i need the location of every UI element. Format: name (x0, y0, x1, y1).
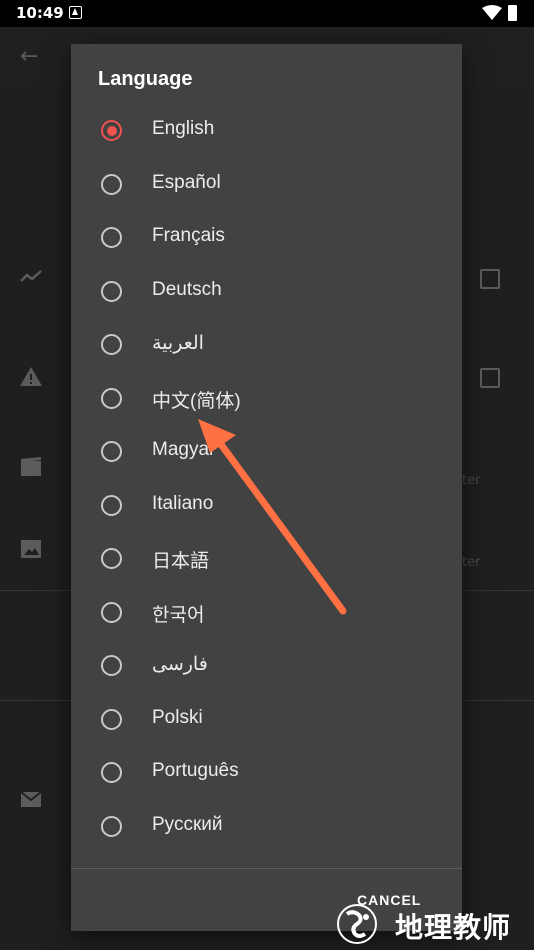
language-option-label: 中文(简体) (152, 390, 241, 412)
language-option-farsi[interactable]: فارسی (71, 639, 462, 692)
background-faint-text: ter (462, 555, 481, 570)
dialog-divider (71, 868, 462, 869)
watermark-text: 地理教师 (395, 911, 512, 944)
language-option-russian[interactable]: Русский (71, 800, 462, 853)
notification-a-icon (69, 6, 82, 19)
language-option-espanol[interactable]: Español (71, 158, 462, 211)
language-dialog: Language English Español Français Deutsc… (71, 44, 462, 931)
mail-icon (20, 791, 42, 807)
radio-button[interactable] (101, 762, 122, 783)
language-option-label: 한국어 (152, 604, 205, 626)
screen: 10:49 ← ter ter Language English Español… (0, 0, 534, 950)
language-option-label: Français (152, 225, 225, 246)
language-options-list[interactable]: English Español Français Deutsch العربية… (71, 104, 462, 868)
language-option-polski[interactable]: Polski (71, 693, 462, 746)
language-option-chinese-simplified[interactable]: 中文(简体) (71, 372, 462, 425)
language-option-label: العربية (152, 333, 204, 354)
language-option-label: Español (152, 171, 221, 193)
language-option-label: Русский (152, 813, 223, 835)
background-checkbox (480, 269, 500, 289)
radio-button[interactable] (101, 708, 122, 730)
trend-icon (20, 270, 42, 282)
language-option-label: Deutsch (152, 278, 222, 300)
background-checkbox (480, 368, 500, 388)
language-option-label: 日本語 (152, 551, 210, 572)
radio-button[interactable] (101, 815, 122, 837)
radio-button[interactable] (101, 334, 122, 355)
language-option-label: فارسی (152, 654, 208, 675)
arrow-back-icon: ← (20, 44, 39, 69)
radio-button-selected[interactable] (101, 120, 122, 141)
language-option-english[interactable]: English (71, 104, 462, 157)
language-option-francais[interactable]: Français (71, 211, 462, 264)
language-option-label: Magyar (152, 439, 216, 460)
language-option-deutsch[interactable]: Deutsch (71, 265, 462, 318)
language-option-italiano[interactable]: Italiano (71, 479, 462, 532)
radio-button[interactable] (101, 227, 122, 248)
status-time: 10:49 (16, 4, 64, 22)
radio-button[interactable] (101, 601, 122, 623)
language-option-korean[interactable]: 한국어 (71, 586, 462, 639)
language-option-label: Italiano (152, 492, 214, 514)
language-option-label: English (152, 118, 215, 139)
background-faint-text: ter (462, 473, 481, 488)
radio-button[interactable] (101, 387, 122, 409)
watermark: 地理教师 (333, 898, 533, 948)
radio-button[interactable] (101, 494, 122, 516)
language-option-portugues[interactable]: Português (71, 746, 462, 799)
radio-button[interactable] (101, 548, 122, 569)
radio-button[interactable] (101, 655, 122, 676)
language-option-label: Português (152, 760, 239, 781)
language-option-next[interactable] (71, 853, 462, 868)
radio-button[interactable] (101, 280, 122, 302)
battery-icon (508, 5, 517, 21)
language-option-japanese[interactable]: 日本語 (71, 532, 462, 585)
warning-icon (20, 367, 42, 386)
status-bar: 10:49 (0, 0, 534, 27)
movie-icon (21, 457, 41, 476)
wifi-icon (482, 5, 502, 20)
radio-button[interactable] (101, 441, 122, 462)
dialog-title: Language (98, 68, 193, 90)
language-option-label: Polski (152, 706, 203, 728)
language-option-arabic[interactable]: العربية (71, 318, 462, 371)
image-icon (21, 540, 41, 558)
radio-button[interactable] (101, 173, 122, 195)
language-option-magyar[interactable]: Magyar (71, 425, 462, 478)
globe-logo-icon (337, 904, 377, 944)
